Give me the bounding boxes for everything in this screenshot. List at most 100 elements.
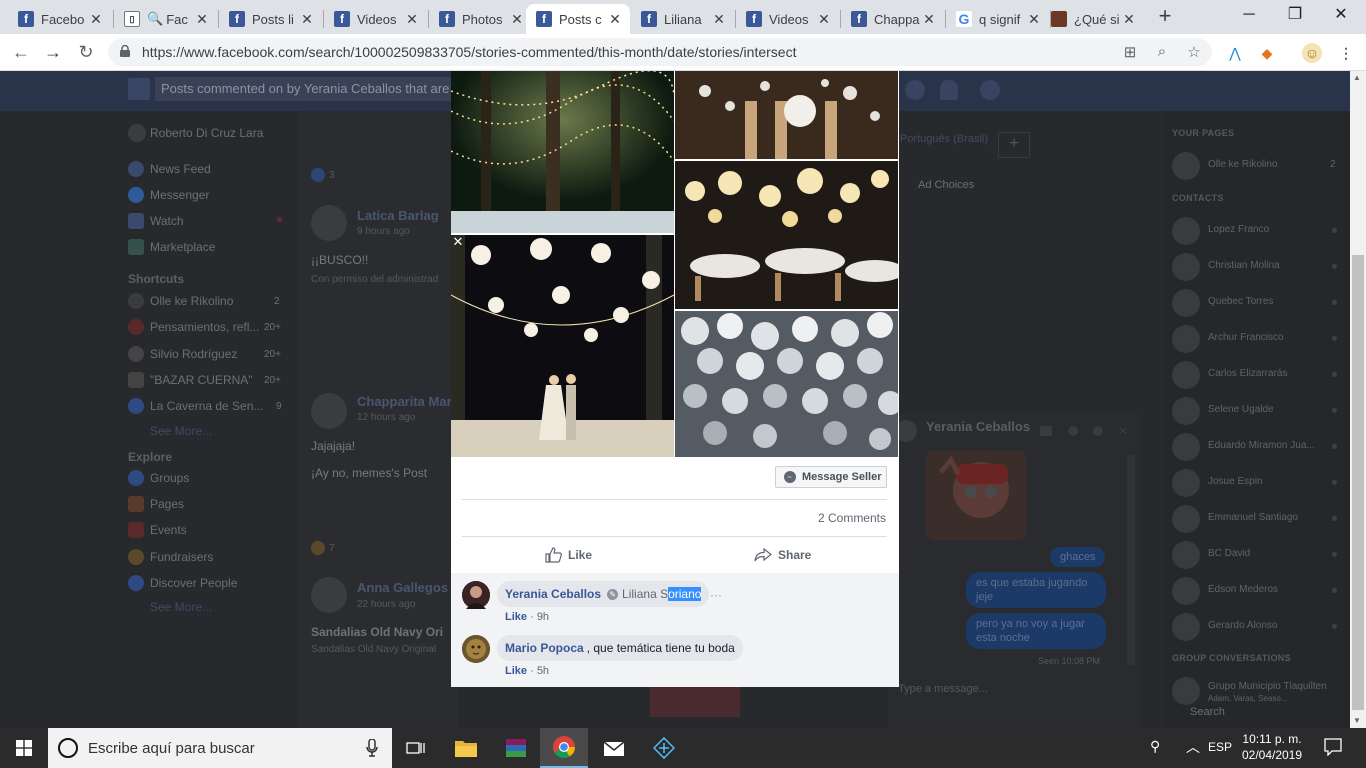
like-button[interactable]: Like <box>545 545 592 565</box>
post-time[interactable]: 9 hours ago <box>357 226 410 237</box>
comment-time[interactable]: 5h <box>537 665 549 677</box>
contact-item[interactable]: Edson Mederos <box>1172 577 1348 605</box>
ad-choices-link[interactable]: Ad Choices <box>918 179 974 191</box>
group-conversation-item[interactable]: Grupo Municipio Tlaquilten Adam, Varas, S… <box>1172 677 1348 705</box>
explore-groups[interactable]: Groups <box>150 471 189 485</box>
message-seller-button[interactable]: Message Seller <box>775 466 887 488</box>
see-more-link[interactable]: See More... <box>150 600 212 614</box>
bookmark-star-icon[interactable]: ☆ <box>1184 43 1204 61</box>
language-link[interactable]: Português (Brasil) <box>900 133 988 145</box>
browser-tab[interactable]: Gq signif ✕ <box>946 4 1049 34</box>
post-author[interactable]: Chapparita Mar <box>357 394 452 409</box>
back-icon[interactable]: ← <box>8 40 34 66</box>
close-icon[interactable]: ✕ <box>710 11 728 28</box>
browser-tab-active[interactable]: f Posts c ✕ <box>526 4 630 34</box>
avatar[interactable] <box>311 205 347 241</box>
menu-icon[interactable]: ⋮ <box>1336 43 1356 63</box>
contact-item[interactable]: Josue Espin <box>1172 469 1348 497</box>
url-text[interactable]: https://www.facebook.com/search/10000250… <box>142 44 796 60</box>
explore-discover-people[interactable]: Discover People <box>150 576 237 590</box>
comment-author[interactable]: Yerania Ceballos <box>505 587 601 601</box>
browser-tab[interactable]: ¿Qué si ✕ <box>1041 4 1144 34</box>
microphone-icon[interactable] <box>366 739 378 757</box>
help-icon[interactable] <box>980 80 1000 100</box>
contact-item[interactable]: BC David <box>1172 541 1348 569</box>
chat-name[interactable]: Yerania Ceballos <box>926 419 1030 434</box>
scroll-up-icon[interactable]: ▲ <box>1353 73 1361 82</box>
browser-tab[interactable]: f Videos ✕ <box>324 4 427 34</box>
post-time[interactable]: 22 hours ago <box>357 599 415 610</box>
forward-icon[interactable]: → <box>40 40 66 66</box>
share-button[interactable]: Share <box>754 545 811 565</box>
settings-icon[interactable] <box>1093 426 1103 436</box>
contact-item[interactable]: Carlos Elizarrarás <box>1172 361 1348 389</box>
call-icon[interactable] <box>1068 426 1078 436</box>
close-icon[interactable]: ✕ <box>452 235 464 248</box>
contact-item[interactable]: Gerardo Alonso <box>1172 613 1348 641</box>
close-icon[interactable]: ✕ <box>87 11 105 28</box>
video-call-icon[interactable] <box>1040 426 1052 436</box>
close-icon[interactable]: ✕ <box>193 11 211 28</box>
minimize-icon[interactable]: ─ <box>1226 4 1272 28</box>
browser-tab[interactable]: f Liliana ✕ <box>631 4 734 34</box>
shortcut-item[interactable]: Silvio Rodríguez <box>150 347 237 361</box>
close-icon[interactable]: ✕ <box>920 11 938 28</box>
contact-item[interactable]: Christian Molina <box>1172 253 1348 281</box>
close-icon[interactable]: ✕ <box>1120 11 1138 28</box>
explore-events[interactable]: Events <box>150 523 187 537</box>
new-tab-button[interactable]: + <box>1153 5 1177 29</box>
close-icon[interactable]: ✕ <box>508 11 526 28</box>
page-item[interactable]: Olle ke Rikolino 2 <box>1172 152 1348 180</box>
mail-icon[interactable] <box>590 728 638 768</box>
photo-balloon-ceiling[interactable] <box>675 311 898 457</box>
browser-tab[interactable]: f Videos ✕ <box>736 4 839 34</box>
close-icon[interactable]: ✕ <box>606 11 624 28</box>
photo-tree-lights[interactable] <box>451 71 674 233</box>
chat-scrollbar[interactable] <box>1127 455 1135 665</box>
photo-couple-lanterns[interactable] <box>451 235 674 457</box>
browser-tab[interactable]: f Facebo ✕ <box>8 4 111 34</box>
post-subtext[interactable]: ¡Ay no, memes's Post <box>311 466 427 480</box>
avatar[interactable] <box>311 577 347 613</box>
post-time[interactable]: 12 hours ago <box>357 412 415 423</box>
facebook-logo[interactable] <box>128 78 150 100</box>
close-chat-icon[interactable]: ✕ <box>1118 424 1128 438</box>
comment-author[interactable]: Mario Popoca <box>505 641 584 655</box>
browser-tab[interactable]: f Posts li ✕ <box>219 4 322 34</box>
browser-tab[interactable]: f Chappa ✕ <box>841 4 944 34</box>
taskbar-search-input[interactable]: Escribe aquí para buscar <box>48 728 392 768</box>
winrar-icon[interactable] <box>492 728 540 768</box>
close-icon[interactable]: ✕ <box>815 11 833 28</box>
translate-icon[interactable]: ⊞ <box>1120 43 1140 61</box>
contact-item[interactable]: Lopez Franco <box>1172 217 1348 245</box>
messenger-icon[interactable] <box>905 80 925 100</box>
app-icon[interactable] <box>640 728 688 768</box>
metamask-icon[interactable]: ◆ <box>1257 43 1277 63</box>
comment-time[interactable]: 9h <box>537 611 549 623</box>
add-language-icon[interactable]: + <box>998 132 1030 158</box>
contact-item[interactable]: Archur Francisco <box>1172 325 1348 353</box>
close-icon[interactable]: ✕ <box>298 11 316 28</box>
zoom-icon[interactable]: ⌕ <box>1152 43 1172 61</box>
comment-like-link[interactable]: Like <box>505 665 527 677</box>
windows-start-icon[interactable] <box>0 728 48 768</box>
people-icon[interactable]: ⚲ <box>1150 738 1160 755</box>
scroll-down-icon[interactable]: ▼ <box>1353 716 1361 725</box>
browser-tab[interactable]: f Photos ✕ <box>429 4 532 34</box>
message-input[interactable]: Type a message... <box>898 683 988 695</box>
shortcut-item[interactable]: La Caverna de Sen... <box>150 399 263 413</box>
close-icon[interactable]: ✕ <box>403 11 421 28</box>
shortcut-item[interactable]: Olle ke Rikolino <box>150 294 233 308</box>
avatar[interactable] <box>462 581 490 609</box>
profile-avatar[interactable]: ☺ <box>1302 43 1322 63</box>
sidebar-search-input[interactable]: Search <box>1190 706 1225 718</box>
photo-hanging-globes[interactable] <box>675 71 898 159</box>
scrollbar-thumb[interactable] <box>1352 255 1364 710</box>
comment-like-link[interactable]: Like <box>505 611 527 623</box>
contact-item[interactable]: Selene Ugalde <box>1172 397 1348 425</box>
facebook-search-input[interactable]: Posts commented on by Yerania Ceballos t… <box>155 77 455 101</box>
file-explorer-icon[interactable] <box>442 728 490 768</box>
tagged-name[interactable]: Liliana S <box>622 587 668 601</box>
contact-item[interactable]: Emmanuel Santiago <box>1172 505 1348 533</box>
nav-watch[interactable]: Watch <box>150 214 184 228</box>
